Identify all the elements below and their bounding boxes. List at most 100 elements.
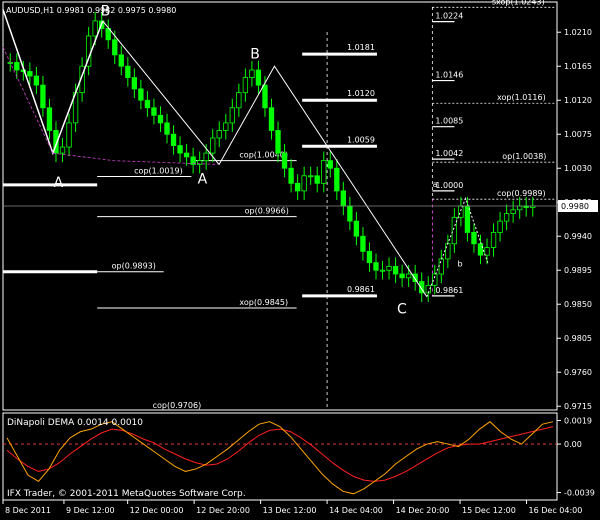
candle-body — [399, 273, 405, 279]
candle-body — [216, 130, 222, 139]
candle-body — [458, 205, 464, 218]
candle-body — [262, 84, 268, 109]
right-target-label: op(1.0038) — [502, 152, 546, 161]
candle-body — [27, 71, 33, 77]
target-level-label: op(0.9966) — [245, 207, 289, 216]
bottom-level-label: cop(0.9706) — [153, 401, 202, 410]
candle-body — [451, 216, 458, 245]
candle-body — [112, 39, 118, 56]
y-tick-label: 0.9940 — [564, 232, 592, 241]
candle-body — [301, 175, 307, 192]
chart-title: AUDUSD,H1 0.9981 0.9982 0.9975 0.9980 — [6, 6, 176, 15]
candle-body — [510, 209, 516, 214]
pattern-point-label: A — [198, 171, 208, 187]
footer-copyright: IFX Trader, © 2001-2011 MetaQuotes Softw… — [7, 489, 246, 499]
x-tick-label: 14 Dec 20:00 — [396, 506, 450, 515]
candle-body — [236, 92, 242, 109]
candle-body — [438, 258, 444, 275]
candle-body — [379, 269, 386, 272]
candle-body — [497, 220, 503, 233]
candle-body — [445, 243, 451, 260]
pattern-point-label: C — [397, 301, 407, 317]
right-fib-label: 1.0224 — [435, 12, 463, 21]
pattern-point-label: a — [433, 180, 438, 189]
y-tick-label: 1.0120 — [564, 96, 592, 105]
ind-y-tick-label: 0.0019 — [564, 416, 592, 425]
candle-body — [157, 114, 164, 124]
pattern-point-label: A — [54, 175, 64, 191]
x-tick-label: 8 Dec 2011 — [5, 506, 51, 515]
candle-body — [360, 235, 366, 252]
y-tick-label: 0.9760 — [564, 368, 592, 377]
abc-pattern-line — [2, 9, 104, 156]
candle-body — [281, 152, 288, 169]
candle-body — [40, 84, 46, 109]
y-tick-label: 1.0210 — [564, 28, 592, 37]
candle-body — [392, 266, 399, 275]
candle-body — [183, 152, 190, 158]
pattern-point-label: b — [458, 259, 463, 268]
fib-level-label: 1.0181 — [347, 43, 375, 52]
candle-body — [412, 273, 418, 282]
y-tick-label: 0.9805 — [564, 334, 592, 343]
fib-level-label: 0.9861 — [347, 285, 375, 294]
candle-body — [503, 213, 510, 222]
candle-body — [373, 262, 379, 271]
fib-level-label: 1.0059 — [347, 135, 375, 144]
x-tick-label: 16 Dec 04:00 — [529, 506, 583, 515]
candle-body — [210, 137, 216, 154]
ind-y-tick-label: 0.00 — [564, 440, 582, 449]
candle-body — [223, 122, 229, 131]
candle-body — [203, 152, 209, 162]
ind-y-tick-label: -0.0039 — [564, 489, 595, 498]
candle-body — [229, 107, 235, 124]
candle-body — [151, 107, 157, 116]
candle-body — [255, 69, 262, 86]
right-target-label: xop(1.0116) — [497, 93, 546, 102]
y-tick-label: 0.9850 — [564, 300, 592, 309]
candle-body — [125, 65, 131, 78]
current-price-label: 0.9980 — [561, 202, 589, 211]
right-fib-label: 1.0146 — [435, 71, 463, 80]
candle-body — [177, 145, 183, 154]
candle-body — [321, 160, 327, 184]
candle-body — [347, 205, 353, 222]
y-tick-label: 0.9895 — [564, 266, 592, 275]
x-tick-label: 13 Dec 12:00 — [263, 506, 317, 515]
candle-body — [288, 167, 294, 184]
candle-body — [275, 130, 281, 154]
x-tick-label: 9 Dec 12:00 — [66, 506, 115, 515]
right-target-label: cop(0.9989) — [497, 189, 546, 198]
candle-body — [242, 77, 249, 94]
dema-series-line — [6, 421, 554, 495]
target-level-label: cop(1.0040) — [239, 151, 288, 160]
candle-body — [294, 182, 301, 192]
candle-body — [164, 122, 170, 135]
candle-body — [490, 232, 497, 248]
candle-body — [66, 122, 72, 148]
y-tick-label: 1.0030 — [564, 164, 592, 173]
right-fib-label: 1.0085 — [435, 117, 463, 126]
candle-body — [366, 250, 373, 264]
candle-body — [138, 88, 144, 101]
candle-body — [118, 54, 124, 67]
y-tick-label: 0.9715 — [564, 402, 592, 411]
right-fib-label: 1.0042 — [435, 149, 463, 158]
target-level-label: xop(0.9845) — [239, 298, 288, 307]
candle-body — [249, 69, 255, 78]
fib-level-label: 1.0120 — [347, 89, 375, 98]
candle-body — [464, 205, 471, 233]
dema-series-line — [6, 426, 554, 482]
right-target-label: sxop(1.0243) — [492, 0, 545, 6]
x-tick-label: 12 Dec 00:00 — [130, 506, 184, 515]
candle-body — [386, 266, 392, 271]
indicator-title: DiNapoli DEMA 0.0014 0.0010 — [7, 418, 143, 428]
candle-body — [131, 77, 138, 90]
target-level-label: cop(1.0019) — [134, 167, 183, 176]
right-fib-label: 1.0000 — [435, 181, 463, 190]
candle-body — [334, 167, 340, 192]
candle-body — [308, 175, 314, 178]
candle-body — [340, 190, 347, 207]
candle-body — [268, 107, 275, 131]
candle-body — [353, 220, 360, 237]
